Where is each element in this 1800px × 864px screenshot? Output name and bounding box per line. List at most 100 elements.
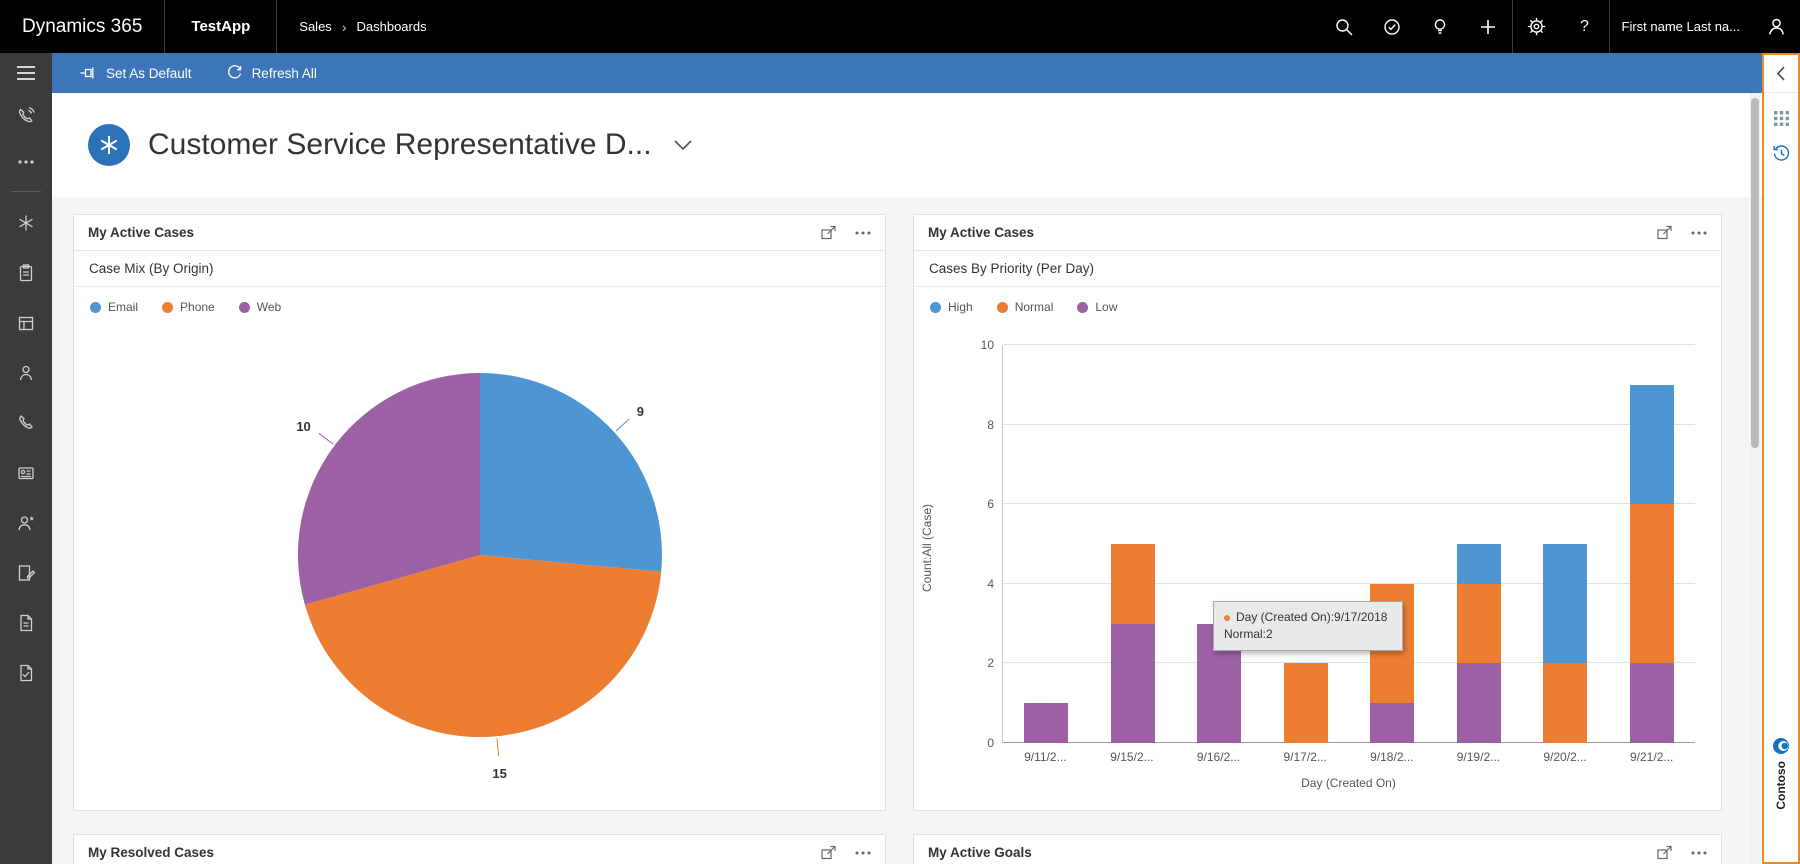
x-tick-label: 9/16/2... <box>1175 750 1262 764</box>
bar-column[interactable] <box>1003 345 1090 743</box>
dashboard-selector-chevron-icon[interactable] <box>674 140 692 151</box>
sidebar-item-contacts[interactable] <box>0 348 52 398</box>
waffle-grid-icon[interactable] <box>1774 111 1789 126</box>
legend-label: Normal <box>1015 300 1054 314</box>
chart-tooltip: Day (Created On):9/17/2018 Normal:2 <box>1213 601 1403 651</box>
vertical-scrollbar-thumb[interactable] <box>1751 98 1759 448</box>
sidebar-item-articles[interactable] <box>0 548 52 598</box>
legend-label: High <box>948 300 973 314</box>
bar-segment-high[interactable] <box>1630 385 1674 504</box>
lightbulb-icon[interactable] <box>1416 0 1464 53</box>
x-tick-label: 9/17/2... <box>1262 750 1349 764</box>
more-options-icon[interactable] <box>855 851 871 855</box>
sidebar-item-cases[interactable] <box>0 448 52 498</box>
left-sitemap-bar <box>0 53 52 864</box>
more-options-icon[interactable] <box>1691 231 1707 235</box>
x-tick-label: 9/11/2... <box>1002 750 1089 764</box>
legend-label: Web <box>257 300 281 314</box>
bar-segment-normal[interactable] <box>1284 663 1328 743</box>
card-header: My Active Goals <box>914 835 1721 864</box>
bar-column[interactable] <box>1609 345 1696 743</box>
more-options-icon[interactable] <box>1691 851 1707 855</box>
bar-segment-low[interactable] <box>1630 663 1674 743</box>
collapse-panel-button[interactable] <box>1764 55 1798 93</box>
breadcrumb-section[interactable]: Sales <box>299 19 332 34</box>
dynamics-365-logo[interactable]: Dynamics 365 <box>0 16 164 38</box>
sidebar-item-accounts[interactable] <box>0 298 52 348</box>
x-tick-label: 9/21/2... <box>1608 750 1695 764</box>
document-pencil-icon <box>16 563 36 583</box>
sidebar-item-activities[interactable] <box>0 248 52 298</box>
bar-column[interactable] <box>1263 345 1350 743</box>
bar-segment-low[interactable] <box>1457 663 1501 743</box>
bar-segment-high[interactable] <box>1543 544 1587 663</box>
chart-legend: EmailPhoneWeb <box>74 287 885 327</box>
bar-segment-low[interactable] <box>1024 703 1068 743</box>
bar-segment-normal[interactable] <box>1630 504 1674 663</box>
pie-slice-email[interactable] <box>480 373 662 572</box>
chart-subtitle: Cases By Priority (Per Day) <box>914 251 1721 287</box>
legend-swatch <box>239 302 250 313</box>
set-as-default-button[interactable]: Set As Default <box>62 53 209 93</box>
popout-icon[interactable] <box>1657 845 1673 860</box>
vertical-scrollbar-track[interactable] <box>1750 93 1760 864</box>
bar-column[interactable] <box>1522 345 1609 743</box>
pin-icon <box>79 64 97 82</box>
chart-legend: HighNormalLow <box>914 287 1721 327</box>
sidebar-item-goals[interactable] <box>0 648 52 698</box>
tooltip-series-dot <box>1224 615 1230 621</box>
bar-column[interactable] <box>1090 345 1177 743</box>
quick-create-plus-icon[interactable] <box>1464 0 1512 53</box>
bar-segment-high[interactable] <box>1457 544 1501 584</box>
y-axis-title: Count:All (Case) <box>920 504 934 592</box>
bar-segment-normal[interactable] <box>1543 663 1587 743</box>
refresh-all-button[interactable]: Refresh All <box>209 53 334 93</box>
sidebar-item-phone-calls[interactable] <box>0 398 52 448</box>
dashboard-title-row: Customer Service Representative D... <box>52 93 1800 197</box>
hamburger-menu-button[interactable] <box>0 53 52 93</box>
legend-swatch <box>997 302 1008 313</box>
dashboard-badge <box>88 124 130 166</box>
recent-phone-activity-icon[interactable] <box>0 93 52 139</box>
circle-check-icon[interactable] <box>1368 0 1416 53</box>
sidebar-item-reports[interactable] <box>0 598 52 648</box>
bar-column[interactable] <box>1349 345 1436 743</box>
more-options-icon[interactable] <box>855 231 871 235</box>
y-tick-label: 8 <box>987 418 994 432</box>
card-title: My Active Goals <box>928 845 1032 860</box>
recently-viewed-history-icon[interactable] <box>1772 144 1791 163</box>
pie-chart[interactable]: 91510 <box>240 329 720 791</box>
bar-segment-low[interactable] <box>1111 624 1155 743</box>
bar-column[interactable] <box>1176 345 1263 743</box>
contact-person-icon <box>16 363 36 383</box>
legend-item: High <box>930 300 973 314</box>
body-row: Set As Default Refresh All Customer Serv… <box>0 53 1800 864</box>
popout-icon[interactable] <box>821 845 837 860</box>
bar-column[interactable] <box>1436 345 1523 743</box>
settings-gear-icon[interactable] <box>1513 0 1561 53</box>
app-name[interactable]: TestApp <box>165 18 276 35</box>
y-tick-label: 6 <box>987 497 994 511</box>
tooltip-line1: Day (Created On):9/17/2018 <box>1236 609 1387 626</box>
popout-icon[interactable] <box>1657 225 1673 240</box>
legend-item: Phone <box>162 300 215 314</box>
right-reference-panel: Contoso <box>1762 53 1800 864</box>
sidebar-item-dashboards[interactable] <box>0 198 52 248</box>
bar-plot: Day (Created On):9/17/2018 Normal:2 0246… <box>1002 345 1695 743</box>
user-name[interactable]: First name Last na... <box>1610 19 1753 34</box>
top-navigation-bar: Dynamics 365 TestApp Sales › Dashboards <box>0 0 1800 53</box>
pie-chart-area: 91510 <box>74 327 885 807</box>
card-header: My Active Cases <box>914 215 1721 251</box>
more-ellipsis-icon[interactable] <box>0 139 52 185</box>
refresh-icon <box>226 65 243 82</box>
help-icon[interactable]: ? <box>1561 0 1609 53</box>
search-icon[interactable] <box>1320 0 1368 53</box>
bar-segment-normal[interactable] <box>1111 544 1155 624</box>
popout-icon[interactable] <box>821 225 837 240</box>
bar-segment-low[interactable] <box>1370 703 1414 743</box>
sidebar-item-social-profiles[interactable] <box>0 498 52 548</box>
user-avatar-icon[interactable] <box>1752 0 1800 53</box>
contoso-side-tab[interactable]: Contoso <box>1772 737 1790 810</box>
bar-segment-normal[interactable] <box>1457 584 1501 664</box>
breadcrumb-page[interactable]: Dashboards <box>356 19 426 34</box>
